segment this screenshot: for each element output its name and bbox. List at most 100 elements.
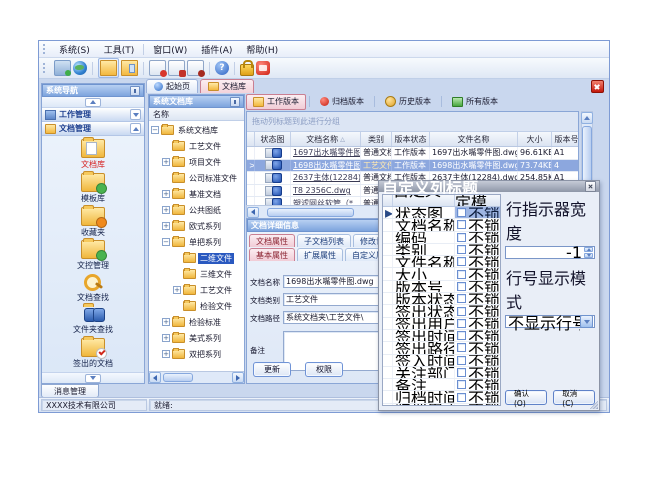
- checkbox-icon[interactable]: [457, 343, 466, 352]
- grid-header-文档名称[interactable]: 文档名称△: [291, 132, 361, 146]
- sidebar-item-模板库[interactable]: 模板库: [42, 173, 144, 204]
- lock-mode-cell[interactable]: 不锁定: [455, 219, 500, 230]
- dialog-column-row[interactable]: 版本状态不锁定: [383, 293, 500, 305]
- doc-add-icon[interactable]: [149, 60, 166, 76]
- menu-item-0[interactable]: 系统(S): [52, 42, 97, 57]
- tree-node-检验标准[interactable]: +检验标准: [149, 314, 244, 330]
- close-icon[interactable]: [585, 181, 596, 192]
- sidebar-group-work[interactable]: 工作管理: [42, 108, 144, 122]
- toolbar-toggle[interactable]: [98, 58, 119, 78]
- scroll-up-icon[interactable]: [581, 112, 593, 124]
- folder-open-icon[interactable]: [100, 60, 117, 76]
- pin-icon[interactable]: [130, 86, 140, 96]
- doc-path-input[interactable]: 系统文档夹\工艺文件\: [283, 311, 381, 324]
- checkbox-icon[interactable]: [457, 393, 466, 402]
- dialog-column-row[interactable]: 备注不锁定: [383, 379, 500, 391]
- sidebar-item-文件夹查找[interactable]: 文件夹查找: [42, 306, 144, 335]
- tree-node-二维文件[interactable]: 二维文件: [149, 250, 244, 266]
- dialog-column-row[interactable]: 签出路径不锁定: [383, 342, 500, 354]
- checkbox-icon[interactable]: [457, 294, 466, 303]
- version-tab-工作版本[interactable]: 工作版本: [246, 94, 306, 110]
- checkbox-icon[interactable]: [457, 270, 466, 279]
- checkbox-icon[interactable]: [457, 208, 466, 217]
- tree-horizontal-scrollbar[interactable]: [149, 371, 244, 383]
- sidebar-item-文控管理[interactable]: 文控管理: [42, 240, 144, 271]
- spin-down-icon[interactable]: [584, 253, 593, 258]
- tab-start-page[interactable]: 起始页: [146, 79, 198, 93]
- tree-toggle-icon[interactable]: −: [151, 126, 159, 134]
- lock-mode-cell[interactable]: 不锁定: [455, 232, 500, 243]
- lock-mode-cell[interactable]: 不锁定: [455, 404, 500, 406]
- tree-node-三维文件[interactable]: 三维文件: [149, 266, 244, 282]
- scroll-left-icon[interactable]: [247, 207, 259, 218]
- tree-node-工艺文件[interactable]: +工艺文件: [149, 282, 244, 298]
- dialog-column-row[interactable]: 归档用户不锁定: [383, 404, 500, 406]
- grid-header-版本状态[interactable]: 版本状态: [392, 132, 430, 146]
- chevron-down-icon[interactable]: [580, 315, 593, 328]
- folder-view-icon[interactable]: [121, 60, 138, 76]
- globe-icon[interactable]: [73, 61, 87, 75]
- tree-toggle-icon[interactable]: +: [162, 206, 170, 214]
- sidebar-item-签出的文档[interactable]: 签出的文档: [42, 338, 144, 369]
- lock-mode-cell[interactable]: 不锁定: [455, 244, 500, 255]
- menu-item-3[interactable]: 插件(A): [194, 42, 239, 57]
- checkbox-icon[interactable]: [457, 245, 466, 254]
- dialog-column-row[interactable]: 签出状态不锁定: [383, 305, 500, 317]
- tree-node-工艺文件[interactable]: 工艺文件: [149, 138, 244, 154]
- checkbox-icon[interactable]: [457, 331, 466, 340]
- lock-mode-header[interactable]: 列锁定模式: [455, 195, 500, 206]
- lock-mode-cell[interactable]: 不锁定: [455, 355, 500, 366]
- lock-mode-cell[interactable]: 不锁定: [455, 379, 500, 390]
- collapse-group-button[interactable]: [130, 123, 141, 134]
- checkbox-icon[interactable]: [457, 356, 466, 365]
- tree-node-项目文件[interactable]: +项目文件: [149, 154, 244, 170]
- doc-name-cell[interactable]: 1697出水嘴零件图.dwg: [291, 147, 361, 159]
- lock-mode-cell[interactable]: 不锁定: [455, 281, 500, 292]
- tree-column-header[interactable]: 名称: [149, 108, 244, 121]
- doc-name-input[interactable]: 1698出水嘴零件图.dwg: [283, 275, 381, 288]
- checkbox-icon[interactable]: [457, 405, 466, 406]
- tree-toggle-icon[interactable]: +: [162, 190, 170, 198]
- checkbox-icon[interactable]: [457, 368, 466, 377]
- grid-header-版本号[interactable]: 版本号: [552, 132, 579, 146]
- doc-name-cell[interactable]: T8 2356C.dwg: [291, 185, 361, 197]
- tree-node-公共图纸[interactable]: +公共图纸: [149, 202, 244, 218]
- logout-icon[interactable]: [256, 61, 270, 75]
- dialog-column-row[interactable]: 版本号不锁定: [383, 281, 500, 293]
- sidebar-scroll-down[interactable]: [42, 372, 144, 383]
- tree-node-美式系列[interactable]: +美式系列: [149, 330, 244, 346]
- version-tab-归档版本[interactable]: 归档版本: [313, 94, 371, 110]
- menu-item-2[interactable]: 窗口(W): [146, 42, 194, 57]
- column-title-header[interactable]: 自定义列标题: [393, 195, 455, 206]
- sidebar-item-文档库[interactable]: 文档库: [42, 139, 144, 170]
- scroll-right-icon[interactable]: [232, 372, 244, 383]
- row-number-mode-dropdown[interactable]: 不显示行号: [505, 315, 595, 328]
- details-tab-子文档列表[interactable]: 子文档列表: [297, 234, 351, 247]
- version-tab-所有版本[interactable]: 所有版本: [445, 94, 505, 110]
- tree-node-双把系列[interactable]: +双把系列: [149, 346, 244, 362]
- computer-icon[interactable]: [54, 60, 71, 76]
- checkbox-icon[interactable]: [457, 233, 466, 242]
- dialog-column-row[interactable]: 签出用户不锁定: [383, 318, 500, 330]
- dialog-column-row[interactable]: 编码不锁定: [383, 232, 500, 244]
- lock-icon[interactable]: [240, 64, 254, 76]
- grid-header-状态图[interactable]: 状态图: [255, 132, 291, 146]
- dialog-column-row[interactable]: 大小不锁定: [383, 268, 500, 280]
- dialog-column-row[interactable]: 文件名称不锁定: [383, 256, 500, 268]
- help-icon[interactable]: ?: [215, 61, 229, 75]
- tree-toggle-icon[interactable]: +: [162, 158, 170, 166]
- checkbox-icon[interactable]: [457, 319, 466, 328]
- checkbox-icon[interactable]: [457, 220, 466, 229]
- checkbox-icon[interactable]: [457, 257, 466, 266]
- cancel-button[interactable]: 取消 (C): [553, 390, 595, 405]
- checkbox-icon[interactable]: [457, 380, 466, 389]
- lock-mode-cell[interactable]: 不锁定: [455, 318, 500, 329]
- tree-node-基准文档[interactable]: +基准文档: [149, 186, 244, 202]
- dialog-column-row[interactable]: 签入时间不锁定: [383, 355, 500, 367]
- scroll-thumb[interactable]: [163, 373, 193, 382]
- sidebar-item-收藏夹[interactable]: 收藏夹: [42, 207, 144, 238]
- dialog-column-row[interactable]: 文档名称不锁定: [383, 219, 500, 231]
- tab-document-library[interactable]: 文档库: [200, 79, 254, 93]
- spin-up-icon[interactable]: [584, 247, 593, 252]
- tree-toggle-icon[interactable]: −: [162, 238, 170, 246]
